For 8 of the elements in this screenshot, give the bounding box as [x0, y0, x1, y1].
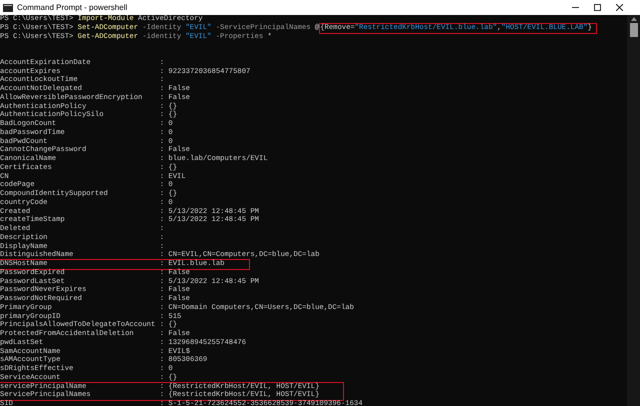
minimize-icon[interactable] — [572, 4, 579, 11]
window-title: Command Prompt - powershell — [17, 2, 128, 14]
maximize-icon[interactable] — [594, 4, 601, 11]
scroll-up-icon[interactable] — [630, 17, 636, 21]
terminal-icon — [3, 4, 13, 12]
close-icon[interactable] — [616, 4, 623, 11]
scroll-thumb[interactable] — [630, 23, 638, 37]
scrollbar[interactable] — [627, 15, 640, 406]
